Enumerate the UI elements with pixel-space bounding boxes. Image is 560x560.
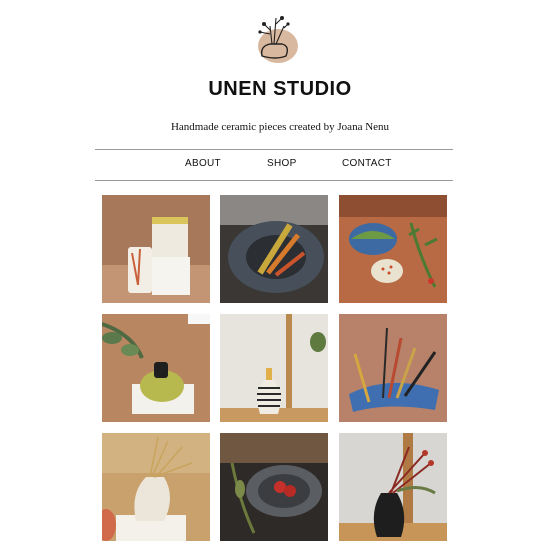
photo-blue-dishes — [339, 195, 447, 303]
gallery-photo-white-vase-flowers[interactable] — [102, 433, 210, 541]
main-nav: ABOUT SHOP CONTACT — [95, 158, 453, 172]
gallery-photo-striped-vase[interactable] — [220, 314, 328, 422]
photo-white-cups — [102, 195, 210, 303]
product-gallery — [102, 195, 447, 552]
photo-black-vase — [339, 433, 447, 541]
photo-white-vase-flowers — [102, 433, 210, 541]
photo-green-vase — [102, 314, 210, 422]
gallery-photo-black-bowl[interactable] — [220, 433, 328, 541]
photo-striped-vase — [220, 314, 328, 422]
nav-link-shop[interactable]: SHOP — [267, 158, 297, 169]
site-title: UNEN STUDIO — [208, 78, 352, 100]
photo-dark-plate — [220, 195, 328, 303]
photo-blue-tray — [339, 314, 447, 422]
gallery-photo-dark-plate[interactable] — [220, 195, 328, 303]
gallery-photo-blue-tray[interactable] — [339, 314, 447, 422]
photo-black-bowl — [220, 433, 328, 541]
gallery-photo-white-cups[interactable] — [102, 195, 210, 303]
vase-with-flowers-logo[interactable] — [248, 8, 300, 64]
gallery-photo-black-vase[interactable] — [339, 433, 447, 541]
nav-bottom-divider — [95, 180, 453, 181]
nav-link-contact[interactable]: CONTACT — [342, 158, 392, 169]
site-tagline: Handmade ceramic pieces created by Joana… — [170, 121, 390, 133]
gallery-photo-blue-dishes[interactable] — [339, 195, 447, 303]
nav-link-about[interactable]: ABOUT — [185, 158, 221, 169]
nav-top-divider — [95, 149, 453, 150]
gallery-photo-green-vase[interactable] — [102, 314, 210, 422]
